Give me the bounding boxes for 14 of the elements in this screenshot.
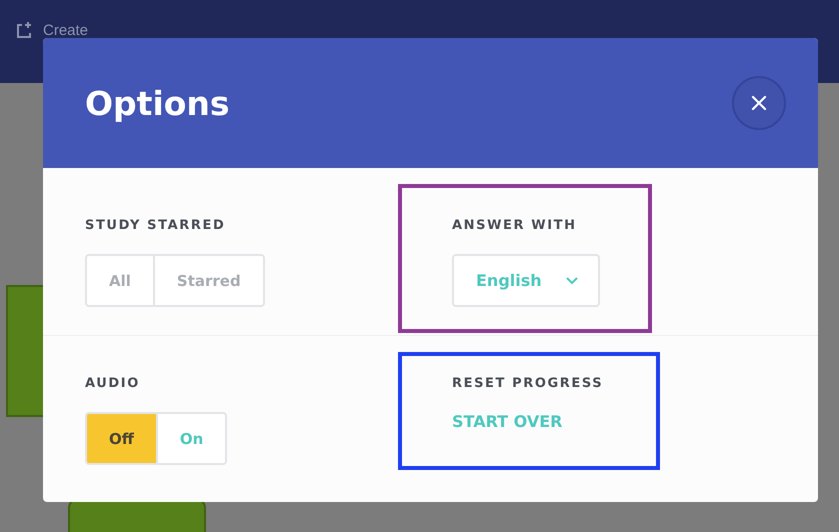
toggle-option[interactable]: Off [87, 414, 156, 463]
dialog-title: Options [85, 84, 230, 122]
toggle-option[interactable]: On [156, 414, 226, 463]
section-label: RESET PROGRESS [452, 376, 604, 392]
section-label: ANSWER WITH [452, 218, 577, 234]
chevron-down-icon [566, 276, 578, 284]
section-label: STUDY STARRED [85, 218, 226, 234]
section-label: AUDIO [85, 376, 140, 392]
start-over-link[interactable]: START OVER [452, 412, 562, 431]
close-icon [751, 95, 767, 111]
close-button[interactable] [732, 76, 786, 130]
language-dropdown[interactable]: English [452, 254, 600, 307]
create-link[interactable]: Create [43, 22, 88, 40]
add-document-icon[interactable] [15, 22, 33, 40]
